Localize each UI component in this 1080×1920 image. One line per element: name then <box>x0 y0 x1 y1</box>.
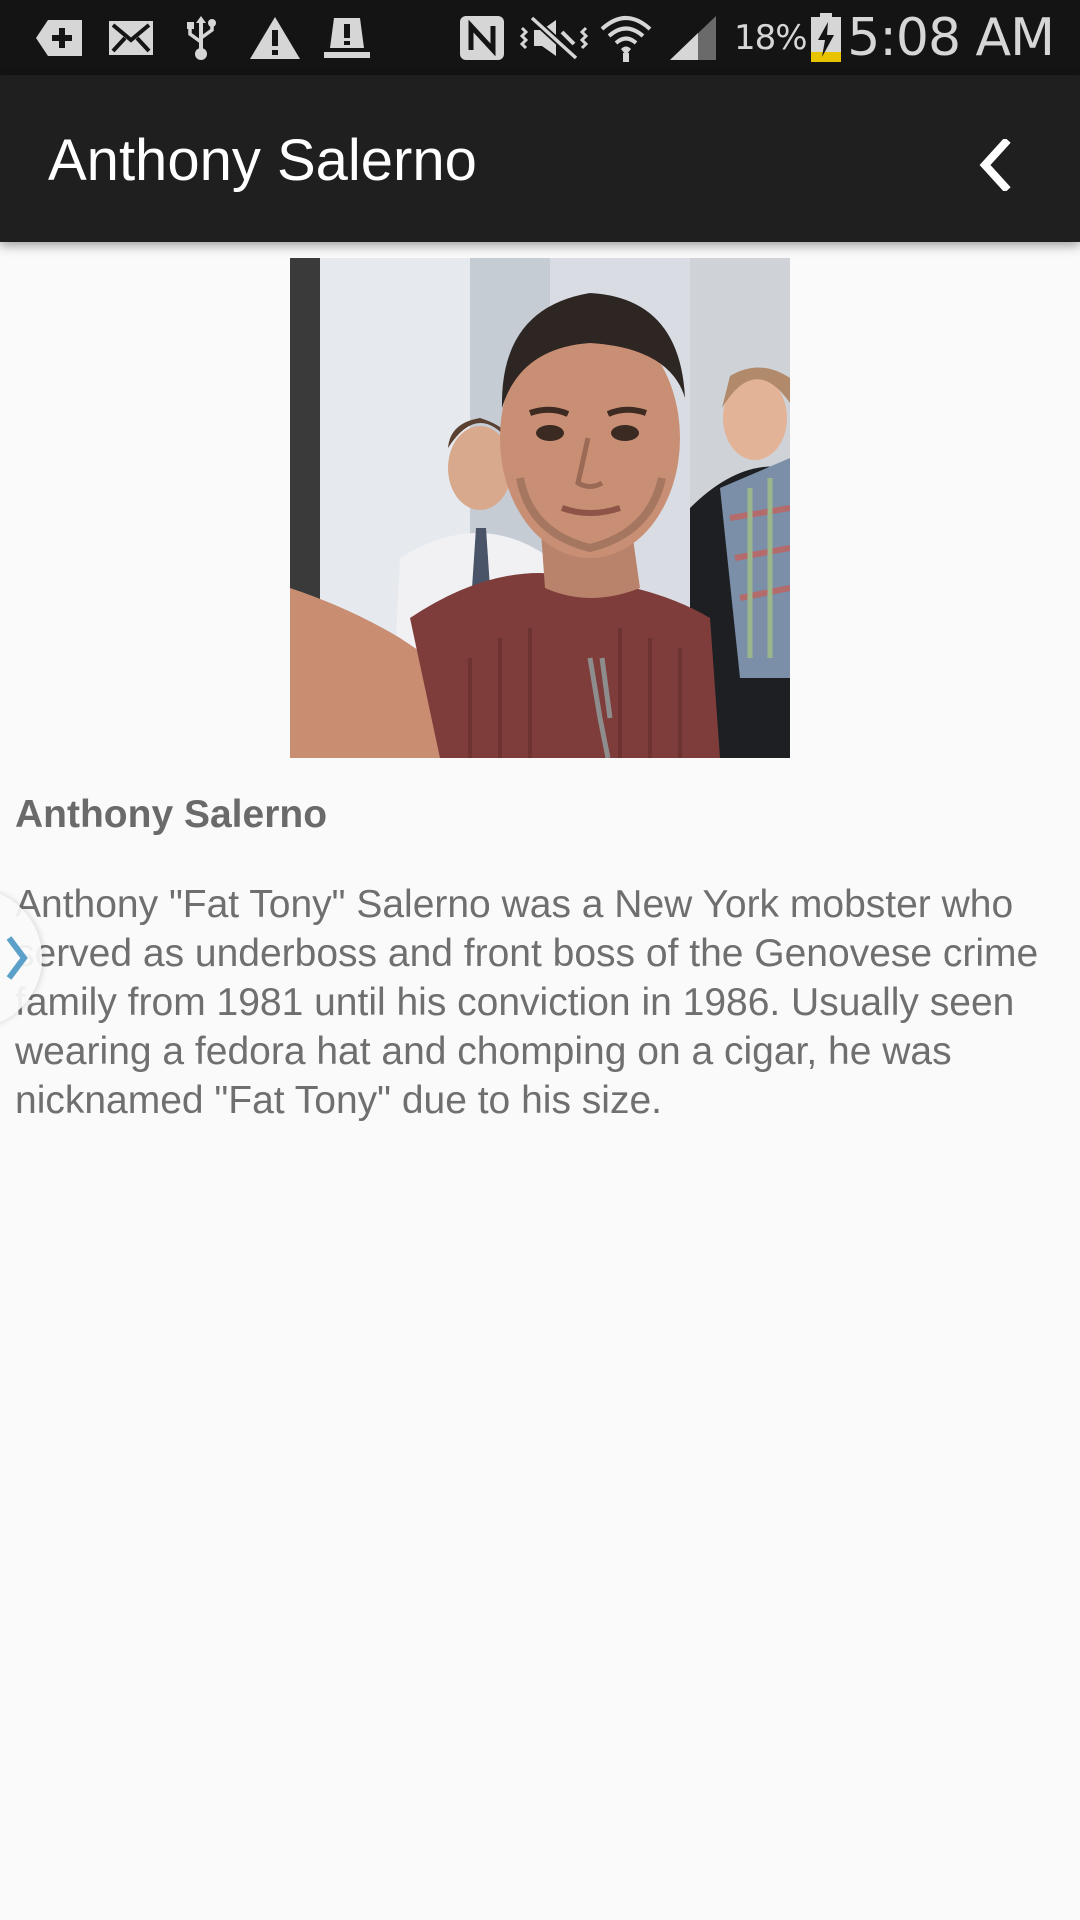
app-bar: Anthony Salerno <box>0 75 1080 242</box>
warning-icon <box>248 14 302 62</box>
status-bar: 18% 5:08 AM <box>0 0 1080 75</box>
chevron-right-icon <box>6 936 28 980</box>
nfc-icon <box>458 14 506 62</box>
battery-charging-icon <box>810 13 842 62</box>
mail-icon <box>108 14 154 62</box>
wifi-icon <box>600 14 652 62</box>
back-button[interactable] <box>955 125 1035 205</box>
chevron-left-icon <box>979 139 1011 191</box>
stamp-icon <box>322 14 372 62</box>
page-title: Anthony Salerno <box>48 128 477 193</box>
usb-icon <box>184 14 218 62</box>
bio-text: Anthony "Fat Tony" Salerno was a New Yor… <box>15 883 1039 1122</box>
person-name: Anthony Salerno <box>15 793 328 836</box>
profile-photo <box>290 258 790 758</box>
battery-percent: 18% <box>734 18 808 58</box>
vibrate-mute-icon <box>518 14 590 62</box>
add-icon <box>34 14 86 62</box>
signal-icon <box>668 14 718 62</box>
clock: 5:08 AM <box>847 8 1055 68</box>
